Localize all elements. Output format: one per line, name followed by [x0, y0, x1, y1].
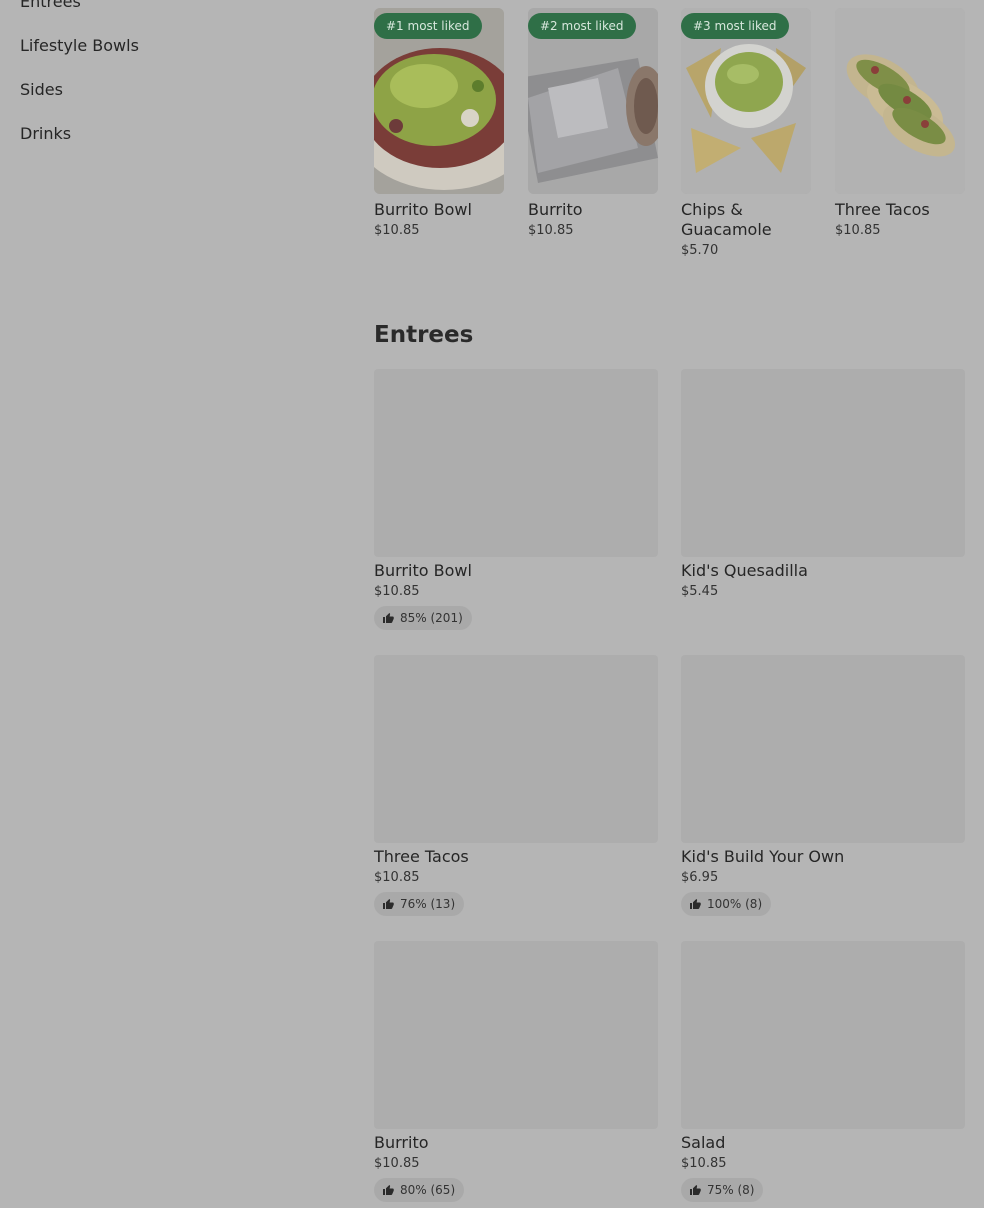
rating-badge: 100% (8) [681, 892, 772, 916]
entree-card-burrito[interactable]: Burrito $10.85 80% (65) [374, 941, 658, 1202]
rating-badge: 75% (8) [681, 1178, 764, 1202]
entree-card-burrito-bowl[interactable]: Burrito Bowl $10.85 85% (201) [374, 369, 658, 630]
entree-image-placeholder [374, 655, 658, 843]
entree-image-placeholder [681, 655, 965, 843]
item-name: Chips & Guacamole [681, 200, 772, 239]
item-price: $10.85 [374, 223, 420, 238]
most-liked-badge: #2 most liked [528, 13, 636, 39]
rating-badge: 80% (65) [374, 1178, 465, 1202]
entree-name: Kid's Build Your Own [681, 847, 845, 866]
entree-image-placeholder [374, 369, 658, 557]
rating-text: 100% (8) [707, 897, 763, 911]
section-title-entrees: Entrees [374, 322, 474, 348]
rating-text: 85% (201) [400, 611, 463, 625]
entree-card-kids-build-your-own[interactable]: Kid's Build Your Own $6.95 100% (8) [681, 655, 965, 916]
rating-badge: 85% (201) [374, 606, 472, 630]
sidebar-item-lifestyle-bowls[interactable]: Lifestyle Bowls [20, 36, 139, 55]
thumbs-up-icon [383, 899, 394, 909]
item-price: $10.85 [835, 223, 881, 238]
entree-price: $10.85 [374, 870, 420, 885]
entree-card-three-tacos[interactable]: Three Tacos $10.85 76% (13) [374, 655, 658, 916]
entree-image-placeholder [681, 369, 965, 557]
entree-image-placeholder [681, 941, 965, 1129]
sidebar-item-drinks[interactable]: Drinks [20, 124, 71, 143]
entree-name: Burrito Bowl [374, 561, 472, 580]
item-name: Three Tacos [835, 200, 930, 219]
entree-price: $6.95 [681, 870, 719, 885]
rating-text: 75% (8) [707, 1183, 755, 1197]
three-tacos-image [835, 8, 965, 194]
entree-price: $5.45 [681, 584, 719, 599]
most-liked-badge: #1 most liked [374, 13, 482, 39]
most-liked-card-burrito-bowl[interactable]: #1 most liked Burrito Bowl $10.85 [374, 8, 504, 238]
thumbs-up-icon [383, 613, 394, 623]
item-name: Burrito [528, 200, 583, 219]
entree-price: $10.85 [681, 1156, 727, 1171]
thumbs-up-icon [383, 1185, 394, 1195]
most-liked-card-three-tacos[interactable]: Three Tacos $10.85 [835, 8, 965, 238]
thumbs-up-icon [690, 899, 701, 909]
thumbs-up-icon [690, 1185, 701, 1195]
burrito-image: #2 most liked [528, 8, 658, 194]
rating-text: 76% (13) [400, 897, 456, 911]
rating-text: 80% (65) [400, 1183, 456, 1197]
entree-name: Burrito [374, 1133, 429, 1152]
entree-name: Kid's Quesadilla [681, 561, 808, 580]
entree-card-kids-quesadilla[interactable]: Kid's Quesadilla $5.45 [681, 369, 965, 599]
entree-name: Salad [681, 1133, 726, 1152]
sidebar-item-sides[interactable]: Sides [20, 80, 63, 99]
item-price: $10.85 [528, 223, 574, 238]
entree-name: Three Tacos [374, 847, 469, 866]
item-price: $5.70 [681, 243, 719, 258]
most-liked-card-burrito[interactable]: #2 most liked Burrito $10.85 [528, 8, 658, 238]
rating-badge: 76% (13) [374, 892, 465, 916]
burrito-bowl-image: #1 most liked [374, 8, 504, 194]
entree-image-placeholder [374, 941, 658, 1129]
most-liked-badge: #3 most liked [681, 13, 789, 39]
item-name: Burrito Bowl [374, 200, 472, 219]
most-liked-card-chips-guacamole[interactable]: #3 most liked Chips & Guacamole $5.70 [681, 8, 811, 258]
entree-price: $10.85 [374, 584, 420, 599]
entree-price: $10.85 [374, 1156, 420, 1171]
entree-card-salad[interactable]: Salad $10.85 75% (8) [681, 941, 965, 1202]
sidebar-item-entrees[interactable]: Entrees [20, 0, 81, 11]
chips-guacamole-image: #3 most liked [681, 8, 811, 194]
